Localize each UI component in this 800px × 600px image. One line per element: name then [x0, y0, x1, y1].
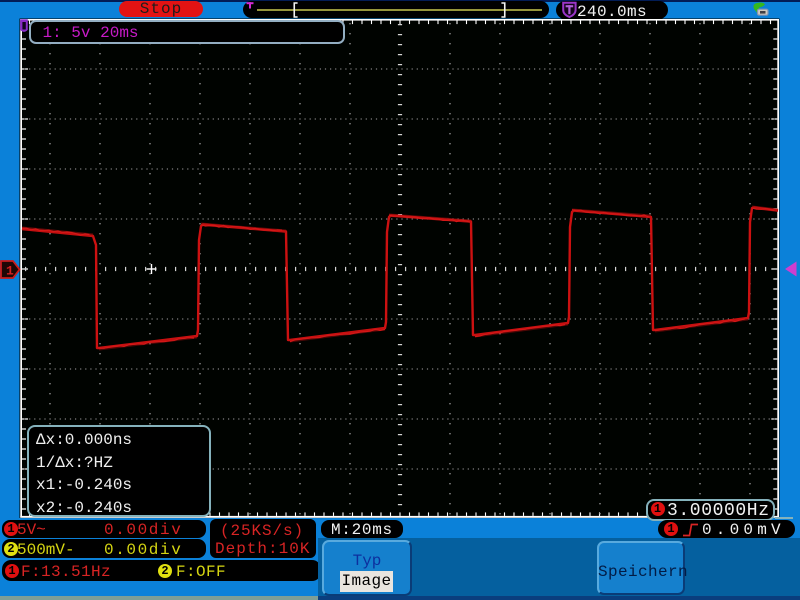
svg-text:1: 1 [6, 264, 14, 279]
